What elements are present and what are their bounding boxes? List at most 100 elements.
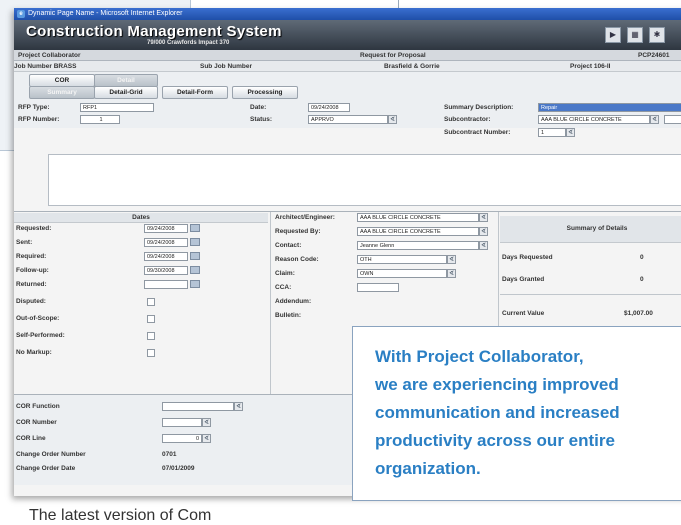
subcontract-dropdown-icon[interactable]: ∢ [566,128,575,137]
contact-field[interactable]: Jeanne Glenn [357,241,479,250]
tabs-area: COR Detail Summary Detail-Grid Detail-Fo… [14,72,681,128]
architect-dropdown-icon[interactable]: ∢ [479,213,488,222]
record-id: PCP24601 [638,51,670,59]
project-name: Project 106-II [570,62,611,70]
tab-detail-form[interactable]: Detail-Form [162,86,228,99]
rfp-type-label: RFP Type: [18,104,50,111]
subcontractor-extra-field[interactable] [664,115,681,124]
cor-function-dropdown-icon[interactable]: ∢ [234,402,243,411]
requested-date-label: Requested: [16,225,52,232]
window-title: Dynamic Page Name - Microsoft Internet E… [28,10,183,17]
disputed-checkbox[interactable] [147,298,155,306]
cor-line-dropdown-icon[interactable]: ∢ [202,434,211,443]
self-performed-label: Self-Performed: [16,332,65,339]
quote-line: productivity across our entire [375,431,615,450]
disputed-label: Disputed: [16,298,46,305]
window-titlebar: e Dynamic Page Name - Microsoft Internet… [14,8,681,20]
days-granted-value: 0 [640,276,644,283]
quote-line: organization. [375,459,481,478]
contact-dropdown-icon[interactable]: ∢ [479,241,488,250]
architect-field[interactable]: AAA BLUE CIRCLE CONCRETE [357,213,479,222]
grid-icon[interactable]: ▦ [627,27,643,43]
column-separator [270,212,271,406]
status-field[interactable]: APPRVO [308,115,388,124]
reason-code-dropdown-icon[interactable]: ∢ [447,255,456,264]
status-dropdown-icon[interactable]: ∢ [388,115,397,124]
subcontract-number-label: Subcontract Number: [444,129,511,136]
summary-header: Summary of Details [500,216,681,243]
dates-header: Dates [14,213,268,223]
follow-up-date-field[interactable]: 09/30/2008 [144,266,188,275]
cca-field[interactable] [357,283,399,292]
subcontractor-field[interactable]: AAA BLUE CIRCLE CONCRETE [538,115,650,124]
requested-date-field[interactable]: 09/24/2008 [144,224,188,233]
tab-summary[interactable]: Summary [29,86,95,99]
testimonial-quote-box: With Project Collaborator, we are experi… [352,326,681,501]
app-title: Construction Management System [26,23,282,40]
requested-by-label: Requested By: [275,228,321,235]
cor-number-label: COR Number [16,419,57,426]
out-of-scope-checkbox[interactable] [147,315,155,323]
no-markup-checkbox[interactable] [147,349,155,357]
claim-field[interactable]: OWN [357,269,447,278]
rfp-type-field[interactable]: RFP1 [80,103,154,112]
cor-number-dropdown-icon[interactable]: ∢ [202,418,211,427]
cor-function-label: COR Function [16,403,60,410]
job-number: Job Number BRASS [14,62,77,70]
tab-processing[interactable]: Processing [232,86,298,99]
cor-line-field[interactable]: 0 [162,434,202,443]
self-performed-checkbox[interactable] [147,332,155,340]
settings-icon[interactable]: ✱ [649,27,665,43]
column-separator [498,212,499,332]
cor-function-field[interactable] [162,402,234,411]
cca-label: CCA: [275,284,292,291]
claim-dropdown-icon[interactable]: ∢ [447,269,456,278]
sent-date-label: Sent: [16,239,33,246]
status-label: Status: [250,116,273,123]
calendar-icon[interactable] [190,280,200,288]
subcontractor-dropdown-icon[interactable]: ∢ [650,115,659,124]
summary-divider [500,294,681,295]
subcontract-number-field[interactable]: 1 [538,128,566,137]
date-field[interactable]: 09/24/2008 [308,103,350,112]
subcontractor-label: Subcontractor: [444,116,491,123]
cor-section: COR Function ∢ COR Number ∢ COR Line 0 ∢… [14,394,352,485]
change-order-number-label: Change Order Number [16,451,86,458]
form-name: Request for Proposal [360,51,426,59]
change-order-date-label: Change Order Date [16,465,76,472]
days-granted-label: Days Granted [502,276,545,283]
reason-code-field[interactable]: OTH [357,255,447,264]
description-textarea[interactable] [48,154,681,206]
tab-detail-grid[interactable]: Detail-Grid [94,86,158,99]
returned-date-label: Returned: [16,281,47,288]
job-row: Job Number BRASS Sub Job Number Brasfiel… [14,61,681,72]
days-requested-label: Days Requested [502,254,553,261]
export-icon[interactable]: ▶ [605,27,621,43]
returned-date-field[interactable] [144,280,188,289]
current-value-value: $1,007.00 [624,310,653,317]
header-row: Project Collaborator Request for Proposa… [14,50,681,61]
out-of-scope-label: Out-of-Scope: [16,315,60,322]
requested-by-dropdown-icon[interactable]: ∢ [479,227,488,236]
bulletin-label: Bulletin: [275,312,301,319]
company-name: Brasfield & Gorrie [384,62,440,70]
calendar-icon[interactable] [190,238,200,246]
summary-description-label: Summary Description: [444,104,514,111]
sub-job-number: Sub Job Number [200,62,253,70]
summary-description-field[interactable]: Repair [538,103,681,112]
cor-number-field[interactable] [162,418,202,427]
app-header: Construction Management System 79/000 Cr… [14,20,681,50]
days-requested-value: 0 [640,254,644,261]
calendar-icon[interactable] [190,224,200,232]
requested-by-field[interactable]: AAA BLUE CIRCLE CONCRETE [357,227,479,236]
calendar-icon[interactable] [190,252,200,260]
rfp-number-label: RFP Number: [18,116,60,123]
contact-label: Contact: [275,242,302,249]
rfp-number-field[interactable]: 1 [80,115,120,124]
header-icons: ▶ ▦ ✱ [605,27,665,43]
calendar-icon[interactable] [190,266,200,274]
sent-date-field[interactable]: 09/24/2008 [144,238,188,247]
current-value-label: Current Value [502,310,545,317]
required-date-field[interactable]: 09/24/2008 [144,252,188,261]
section-divider [14,211,681,212]
